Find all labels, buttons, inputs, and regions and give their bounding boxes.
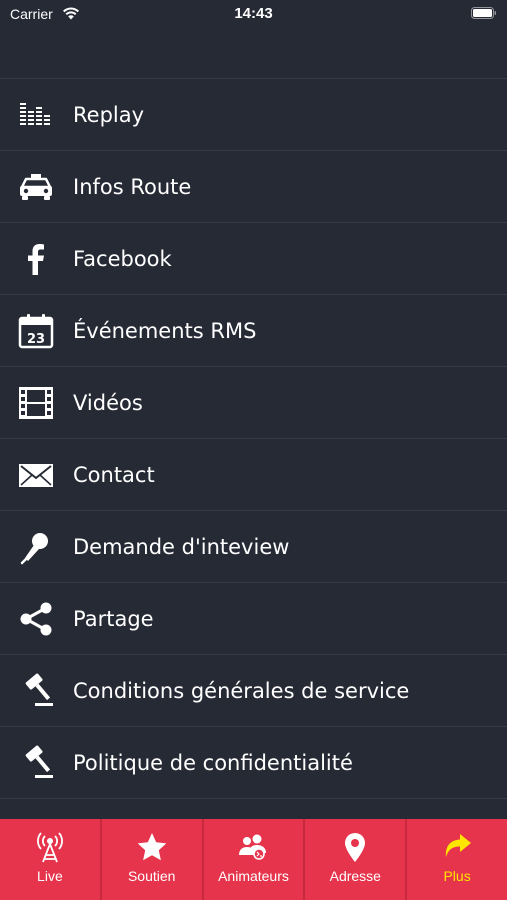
menu-item-evenements[interactable]: 23 Événements RMS <box>0 295 507 367</box>
facebook-icon <box>17 241 55 277</box>
battery-icon <box>471 7 497 19</box>
menu-item-label: Politique de confidentialité <box>73 751 353 775</box>
menu-item-label: Partage <box>73 607 154 631</box>
menu-item-label: Infos Route <box>73 175 192 199</box>
menu-item-partage[interactable]: Partage <box>0 583 507 655</box>
tab-label: Soutien <box>127 868 176 884</box>
menu-item-label: Contact <box>73 463 155 487</box>
menu-item-facebook[interactable]: Facebook <box>0 223 507 295</box>
status-bar: Carrier 14:43 <box>0 0 507 28</box>
clock: 14:43 <box>234 5 273 22</box>
calendar-day: 23 <box>27 332 45 347</box>
tab-label: Plus <box>443 868 471 884</box>
star-icon <box>135 831 169 863</box>
film-icon <box>17 385 55 421</box>
antenna-icon <box>33 831 67 863</box>
tab-live[interactable]: Live <box>0 819 102 900</box>
tab-adresse[interactable]: Adresse <box>305 819 408 900</box>
tab-label: Live <box>37 868 63 884</box>
gavel-icon <box>17 673 55 709</box>
taxi-icon <box>17 169 55 205</box>
menu-item-label: Vidéos <box>73 391 143 415</box>
menu-item-politique[interactable]: Politique de confidentialité <box>0 727 507 799</box>
tab-soutien[interactable]: Soutien <box>102 819 204 900</box>
tab-label: Adresse <box>329 868 381 884</box>
menu-item-contact[interactable]: Contact <box>0 439 507 511</box>
gavel-icon <box>17 745 55 781</box>
menu-item-label: Replay <box>73 103 145 127</box>
tab-label: Animateurs <box>218 868 289 884</box>
menu-item-videos[interactable]: Vidéos <box>0 367 507 439</box>
share-icon <box>17 601 55 637</box>
menu-item-replay[interactable]: Replay <box>0 79 507 151</box>
menu-item-label: Événements RMS <box>73 319 257 343</box>
side-menu: Replay Infos Route Facebook 23 Événement… <box>0 78 507 799</box>
menu-item-label: Demande d'inteview <box>73 535 290 559</box>
envelope-icon <box>17 457 55 493</box>
map-pin-icon <box>338 831 372 863</box>
calendar-icon: 23 <box>17 313 55 349</box>
menu-item-infos-route[interactable]: Infos Route <box>0 151 507 223</box>
microphone-icon <box>17 529 55 565</box>
forward-arrow-icon <box>440 831 474 863</box>
menu-item-conditions[interactable]: Conditions générales de service <box>0 655 507 727</box>
menu-item-label: Facebook <box>73 247 172 271</box>
tab-animateurs[interactable]: Animateurs <box>204 819 306 900</box>
tab-bar: Live Soutien Animateurs Adresse Plus <box>0 819 507 900</box>
menu-item-demande-interview[interactable]: Demande d'inteview <box>0 511 507 583</box>
menu-item-label: Conditions générales de service <box>73 679 410 703</box>
users-icon <box>236 831 270 863</box>
tab-plus[interactable]: Plus <box>407 819 507 900</box>
equalizer-icon <box>17 97 55 133</box>
